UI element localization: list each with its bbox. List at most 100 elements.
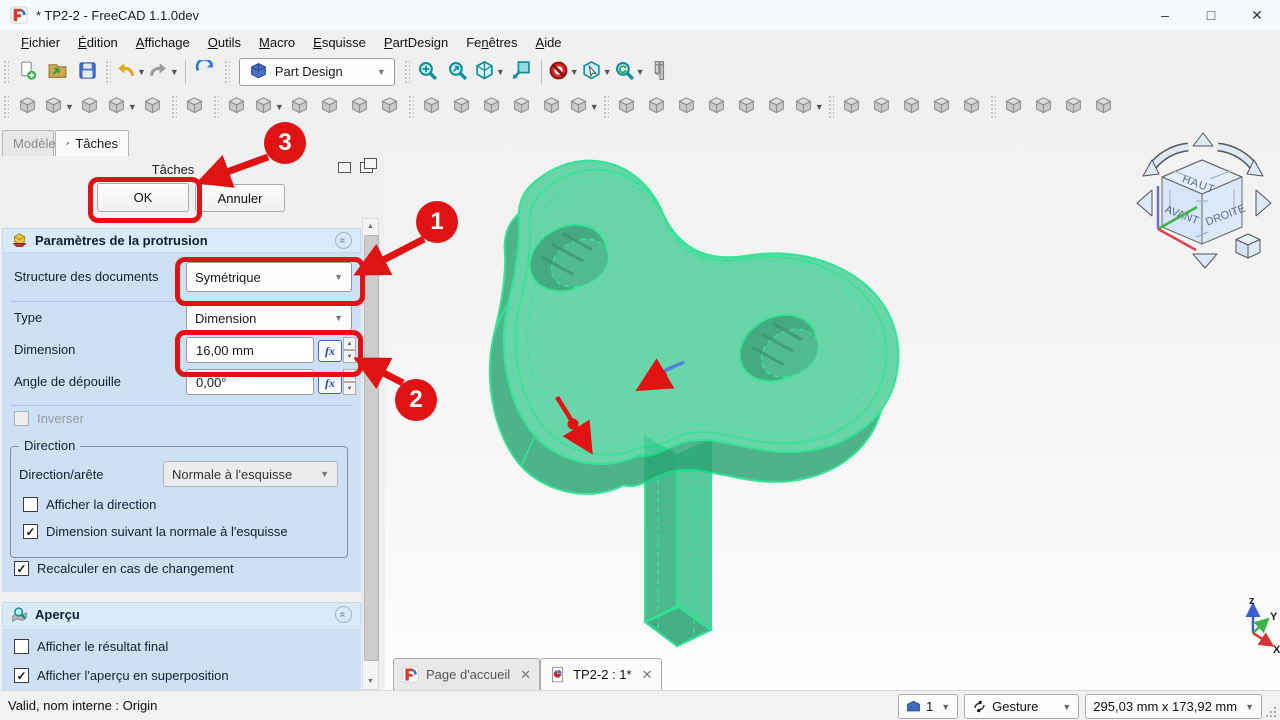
preview-header[interactable]: Aperçu » xyxy=(2,602,361,627)
dimension-input[interactable]: 16,00 mm xyxy=(186,337,314,363)
menu-affichage[interactable]: Affichage xyxy=(127,33,199,52)
additive-loft-button[interactable] xyxy=(478,92,506,122)
groove-button[interactable] xyxy=(673,92,701,122)
menu-fichier[interactable]: Fichier xyxy=(12,33,69,52)
show-preview-checkbox[interactable] xyxy=(14,668,29,683)
show-result-checkbox[interactable] xyxy=(14,639,29,654)
tab-tasks[interactable]: Tâches xyxy=(55,130,129,156)
along-normal-row[interactable]: Dimension suivant la normale à l'esquiss… xyxy=(23,524,288,539)
pocket-button[interactable] xyxy=(613,92,641,122)
subtractive-helix-button[interactable] xyxy=(763,92,791,122)
close-tab-icon[interactable]: ✕ xyxy=(642,667,653,683)
show-result-row[interactable]: Afficher le résultat final xyxy=(14,639,168,654)
new-document-button[interactable] xyxy=(13,57,41,87)
linear-pattern-button[interactable] xyxy=(1000,92,1028,122)
boolean-operation-button[interactable] xyxy=(838,92,866,122)
multi-transform-button[interactable] xyxy=(1090,92,1118,122)
menu-fentres[interactable]: Fenêtres xyxy=(457,33,526,52)
cancel-button[interactable]: Annuler xyxy=(195,184,285,212)
revolution-button[interactable] xyxy=(448,92,476,122)
pad-button[interactable] xyxy=(418,92,446,122)
mirrored-button[interactable] xyxy=(1030,92,1058,122)
update-view-checkbox[interactable] xyxy=(14,561,29,576)
navigation-style-selector[interactable]: Gesture▼ xyxy=(964,694,1079,719)
dimension-spinner[interactable]: ▲▼ xyxy=(343,337,356,363)
clone-button[interactable] xyxy=(376,92,404,122)
make-link-button[interactable]: ▼ xyxy=(106,92,137,122)
close-button[interactable]: ✕ xyxy=(1234,0,1280,30)
validate-sketch-button[interactable] xyxy=(286,92,314,122)
fillet-button[interactable] xyxy=(868,92,896,122)
resize-grip[interactable] xyxy=(1264,705,1278,719)
redo-button[interactable]: ▼ xyxy=(148,57,179,87)
length-type-combobox[interactable]: Dimension▼ xyxy=(186,305,352,331)
menu-dition[interactable]: Édition xyxy=(69,33,127,52)
layer-selector[interactable]: 1▼ xyxy=(898,694,958,719)
undo-button[interactable]: ▼ xyxy=(115,57,146,87)
whats-this-button[interactable] xyxy=(181,92,209,122)
ok-button[interactable]: OK xyxy=(97,183,189,212)
draft-button[interactable] xyxy=(928,92,956,122)
save-document-button[interactable] xyxy=(73,57,101,87)
model-head[interactable] xyxy=(490,161,898,494)
reversed-checkbox[interactable] xyxy=(14,411,29,426)
sketch-view-section-button[interactable] xyxy=(316,92,344,122)
open-document-button[interactable] xyxy=(43,57,71,87)
menu-esquisse[interactable]: Esquisse xyxy=(304,33,375,52)
clipping-plane-button[interactable]: ▼ xyxy=(548,57,579,87)
create-datum-button[interactable]: ▼ xyxy=(43,92,74,122)
taper-spinner[interactable]: ▲▼ xyxy=(343,369,356,395)
view-rotate-button[interactable]: ▼ xyxy=(614,57,645,87)
panel-scrollbar[interactable]: ▲ ▼ xyxy=(362,218,379,690)
type-combobox[interactable]: Symétrique▼ xyxy=(186,262,352,292)
expression-fx-button[interactable]: fx xyxy=(318,372,342,394)
minimize-button[interactable]: – xyxy=(1142,0,1188,30)
tab-model[interactable]: Modèle xyxy=(2,130,54,156)
create-group-button[interactable] xyxy=(76,92,104,122)
subtractive-loft-button[interactable] xyxy=(703,92,731,122)
view-dimensions-selector[interactable]: 295,03 mm x 173,92 mm▼ xyxy=(1085,694,1262,719)
subtractive-primitive-button[interactable]: ▼ xyxy=(793,92,824,122)
additive-helix-button[interactable] xyxy=(538,92,566,122)
taper-input[interactable]: 0,00° xyxy=(186,369,314,395)
collapse-section-icon[interactable]: » xyxy=(335,606,352,623)
additive-pipe-button[interactable] xyxy=(508,92,536,122)
show-direction-row[interactable]: Afficher la direction xyxy=(23,497,156,512)
collapse-section-icon[interactable]: » xyxy=(335,232,352,249)
direction-edge-combobox[interactable]: Normale à l'esquisse▼ xyxy=(163,461,338,487)
thickness-button[interactable] xyxy=(958,92,986,122)
dock-panel-icon[interactable] xyxy=(338,162,351,173)
tab-home-page[interactable]: Page d'accueil ✕ xyxy=(393,658,540,690)
fit-all-button[interactable] xyxy=(414,57,442,87)
isometric-view-button[interactable]: ▼ xyxy=(474,57,505,87)
show-direction-checkbox[interactable] xyxy=(23,497,38,512)
show-preview-row[interactable]: Afficher l'aperçu en superposition xyxy=(14,668,229,683)
hole-button[interactable] xyxy=(643,92,671,122)
float-panel-icon[interactable] xyxy=(360,162,373,173)
menu-outils[interactable]: Outils xyxy=(199,33,250,52)
create-sketch-button[interactable] xyxy=(223,92,251,122)
subtractive-pipe-button[interactable] xyxy=(733,92,761,122)
measure-button[interactable] xyxy=(647,57,675,87)
scrollbar-thumb[interactable] xyxy=(364,235,379,661)
along-normal-checkbox[interactable] xyxy=(23,524,38,539)
shape-binder-button[interactable] xyxy=(346,92,374,122)
expression-editor-button[interactable] xyxy=(139,92,167,122)
additive-primitive-button[interactable]: ▼ xyxy=(568,92,599,122)
workbench-selector[interactable]: Part Design▼ xyxy=(239,58,395,86)
pad-parameters-header[interactable]: Paramètres de la protrusion » xyxy=(2,228,361,253)
box-selection-button[interactable]: ▼ xyxy=(581,57,612,87)
expression-fx-button[interactable]: fx xyxy=(318,340,342,362)
refresh-button[interactable] xyxy=(192,57,220,87)
update-view-row[interactable]: Recalculer en cas de changement xyxy=(14,561,234,576)
close-tab-icon[interactable]: ✕ xyxy=(520,667,531,683)
menu-partdesign[interactable]: PartDesign xyxy=(375,33,457,52)
edit-sketch-button[interactable]: ▼ xyxy=(253,92,284,122)
menu-macro[interactable]: Macro xyxy=(250,33,304,52)
reversed-checkbox-row[interactable]: Inverser xyxy=(14,411,84,426)
menu-aide[interactable]: Aide xyxy=(527,33,571,52)
maximize-button[interactable]: □ xyxy=(1188,0,1234,30)
chamfer-button[interactable] xyxy=(898,92,926,122)
sync-view-button[interactable] xyxy=(507,57,535,87)
tab-document-tp2-2[interactable]: TP2-2 : 1* ✕ xyxy=(540,658,661,690)
